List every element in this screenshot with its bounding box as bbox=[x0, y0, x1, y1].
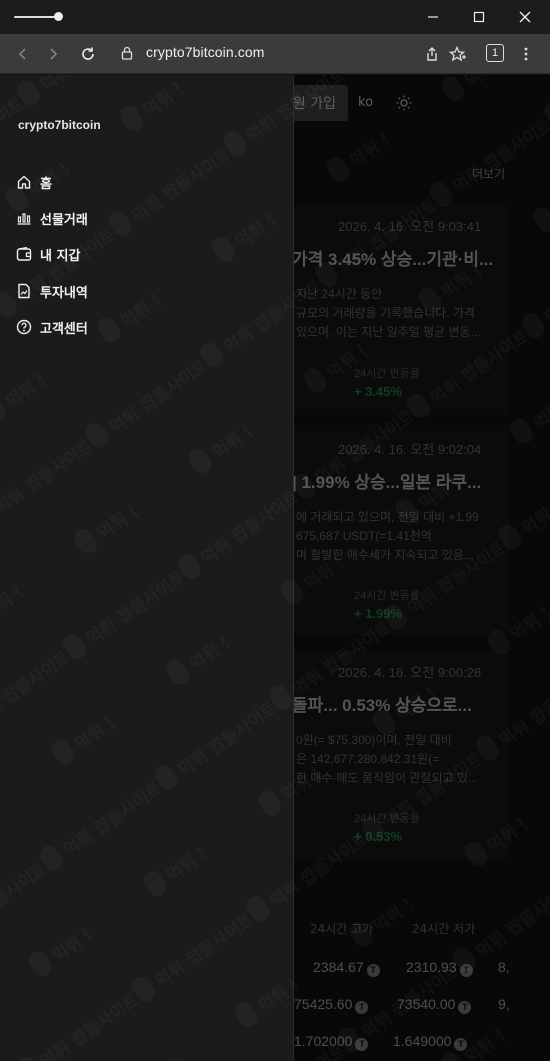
close-button[interactable] bbox=[502, 0, 548, 34]
browser-toolbar: crypto7bitcoin.com 1 bbox=[0, 34, 550, 74]
bookmark-button[interactable] bbox=[446, 42, 470, 66]
nav-label: 선물거래 bbox=[40, 212, 88, 228]
home-icon bbox=[17, 175, 31, 189]
menu-button[interactable] bbox=[514, 42, 538, 66]
minimize-icon bbox=[428, 16, 438, 18]
nav-item-support[interactable]: 고객센터 bbox=[16, 315, 88, 339]
nav-label: 고객센터 bbox=[40, 321, 88, 337]
tab-count-button[interactable]: 1 bbox=[486, 44, 504, 62]
side-drawer: crypto7bitcoin 홈 선물거래 내 지갑 투자내역 고객센터 bbox=[0, 75, 294, 1061]
slider-track bbox=[14, 16, 58, 18]
drawer-backdrop[interactable] bbox=[294, 75, 550, 1061]
document-chart-icon bbox=[18, 283, 30, 299]
arrow-left-icon bbox=[18, 48, 26, 60]
help-icon bbox=[16, 319, 32, 335]
nav-item-futures[interactable]: 선물거래 bbox=[16, 206, 88, 230]
share-button[interactable] bbox=[420, 42, 444, 66]
brand-logo[interactable]: crypto7bitcoin bbox=[18, 118, 101, 132]
lock-icon[interactable] bbox=[121, 45, 133, 64]
reload-button[interactable] bbox=[76, 42, 100, 66]
share-icon bbox=[427, 47, 437, 61]
maximize-icon bbox=[473, 11, 485, 23]
forward-button[interactable] bbox=[41, 42, 65, 66]
address-bar[interactable]: crypto7bitcoin.com bbox=[146, 44, 265, 60]
close-icon bbox=[519, 11, 531, 23]
web-viewport: 원 가입 ko 더보기 2026. 4. 16. 오전 9:03:41 가격 3… bbox=[0, 75, 550, 1061]
slider-knob[interactable] bbox=[54, 12, 63, 21]
nav-label: 투자내역 bbox=[40, 285, 88, 301]
nav-item-history[interactable]: 투자내역 bbox=[16, 279, 88, 303]
chart-icon bbox=[17, 213, 31, 225]
reload-icon bbox=[82, 47, 94, 60]
arrow-right-icon bbox=[50, 48, 58, 60]
more-vertical-icon bbox=[524, 47, 528, 61]
zoom-slider[interactable] bbox=[14, 12, 63, 21]
maximize-button[interactable] bbox=[456, 0, 502, 34]
nav-item-wallet[interactable]: 내 지갑 bbox=[16, 242, 80, 266]
nav-label: 내 지갑 bbox=[40, 248, 81, 264]
minimize-button[interactable] bbox=[410, 0, 456, 34]
window-titlebar bbox=[0, 0, 550, 34]
back-button[interactable] bbox=[11, 42, 35, 66]
nav-label: 홈 bbox=[40, 176, 52, 192]
wallet-icon bbox=[16, 246, 32, 261]
nav-item-home[interactable]: 홈 bbox=[16, 170, 52, 194]
star-add-icon bbox=[449, 46, 466, 62]
